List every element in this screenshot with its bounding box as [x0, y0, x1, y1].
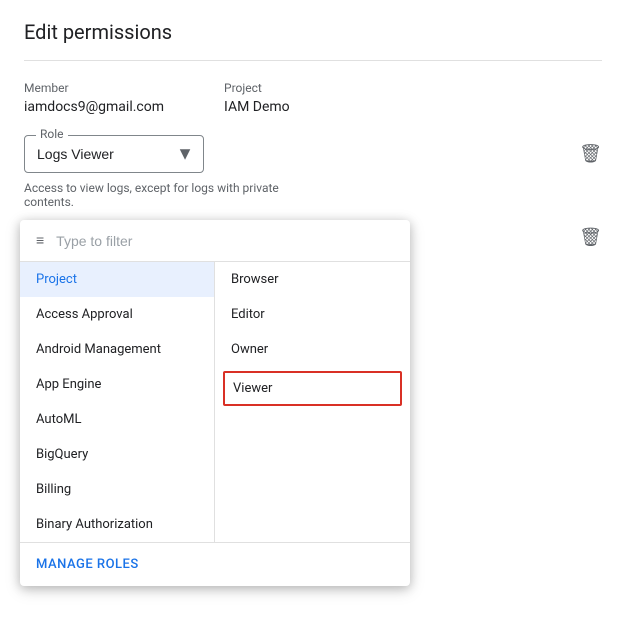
role-1-description: Access to view logs, except for logs wit… [24, 181, 304, 209]
role-1-row: Role Logs Viewer ▼ 🗑 [24, 135, 602, 173]
dropdown-columns: Project Access Approval Android Manageme… [20, 262, 410, 542]
member-project-row: Member iamdocs9@gmail.com Project IAM De… [24, 81, 602, 115]
role-item-viewer[interactable]: Viewer [223, 371, 402, 406]
manage-roles-button[interactable]: MANAGE ROLES [20, 542, 410, 586]
category-item-project[interactable]: Project [20, 262, 214, 297]
role-item-owner[interactable]: Owner [215, 332, 410, 367]
page-title: Edit permissions [24, 20, 602, 61]
project-value: IAM Demo [224, 99, 290, 115]
role-1-wrapper: Role Logs Viewer ▼ [24, 135, 204, 173]
role-section-1: Role Logs Viewer ▼ 🗑 Access to view logs… [24, 135, 602, 209]
role-dropdown-overlay: ≡ Project Access Approval Android Manage… [20, 220, 410, 586]
filter-row: ≡ [20, 220, 410, 262]
filter-icon: ≡ [36, 232, 44, 249]
category-item-binary-authorization[interactable]: Binary Authorization [20, 507, 214, 542]
role-1-delete-button[interactable]: 🗑 [579, 144, 602, 165]
role-2-delete-button[interactable]: 🗑 [579, 227, 602, 248]
filter-input[interactable] [56, 233, 394, 249]
role-1-label: Role [36, 127, 68, 141]
role-item-browser[interactable]: Browser [215, 262, 410, 297]
category-item-access-approval[interactable]: Access Approval [20, 297, 214, 332]
category-item-bigquery[interactable]: BigQuery [20, 437, 214, 472]
category-item-automl[interactable]: AutoML [20, 402, 214, 437]
category-item-billing[interactable]: Billing [20, 472, 214, 507]
project-section: Project IAM Demo [224, 81, 290, 115]
page-container: Edit permissions Member iamdocs9@gmail.c… [0, 0, 626, 626]
roles-list: Browser Editor Owner Viewer [215, 262, 410, 542]
categories-list: Project Access Approval Android Manageme… [20, 262, 215, 542]
member-label: Member [24, 81, 164, 95]
member-value: iamdocs9@gmail.com [24, 99, 164, 115]
category-item-android-management[interactable]: Android Management [20, 332, 214, 367]
role-item-editor[interactable]: Editor [215, 297, 410, 332]
category-item-app-engine[interactable]: App Engine [20, 367, 214, 402]
member-section: Member iamdocs9@gmail.com [24, 81, 164, 115]
project-label: Project [224, 81, 290, 95]
